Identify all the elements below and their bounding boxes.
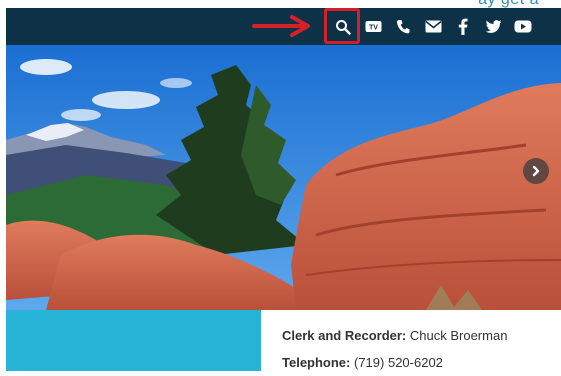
search-highlight-box xyxy=(324,8,360,44)
svg-text:TV: TV xyxy=(369,24,378,31)
telephone-label: Telephone: xyxy=(282,355,351,370)
telephone-value: (719) 520-6202 xyxy=(354,355,443,370)
telephone-row: Telephone: (719) 520-6202 xyxy=(282,349,561,376)
facebook-icon[interactable] xyxy=(448,8,478,45)
top-strip: ay get a xyxy=(0,0,561,8)
contact-info: Clerk and Recorder: Chuck Broerman Telep… xyxy=(282,322,561,376)
hero-image xyxy=(6,45,561,310)
mail-icon[interactable] xyxy=(418,8,448,45)
clerk-value: Chuck Broerman xyxy=(409,328,508,343)
chevron-right-icon xyxy=(532,165,540,177)
clerk-label: Clerk and Recorder: xyxy=(282,328,407,343)
slider-next-button[interactable] xyxy=(523,158,549,184)
blue-panel xyxy=(6,310,261,371)
youtube-icon[interactable] xyxy=(508,8,538,45)
twitter-icon[interactable] xyxy=(478,8,508,45)
clerk-row: Clerk and Recorder: Chuck Broerman xyxy=(282,322,561,349)
phone-icon[interactable] xyxy=(388,8,418,45)
annotation-arrow xyxy=(252,15,310,37)
tv-icon[interactable]: TV xyxy=(358,8,388,45)
